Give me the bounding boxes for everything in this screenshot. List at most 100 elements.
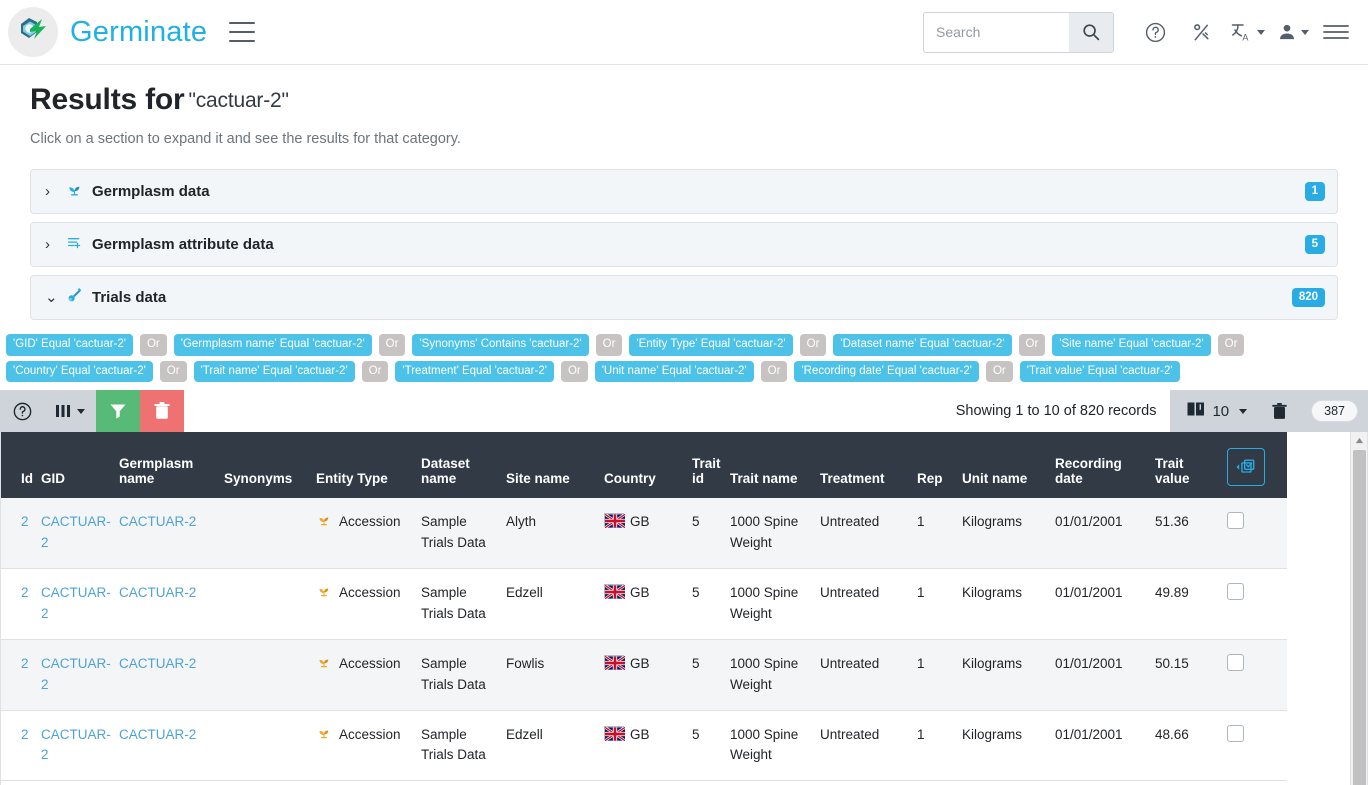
cell-trait-name: 1000 Spine Weight bbox=[730, 568, 820, 639]
chevron-down-icon bbox=[1257, 30, 1265, 35]
table-header-row: IdGIDGermplasm nameSynonymsEntity TypeDa… bbox=[1, 432, 1287, 498]
germplasm-name-link[interactable]: CACTUAR-2 bbox=[119, 656, 196, 671]
scroll-up-arrow-icon[interactable] bbox=[1351, 432, 1367, 449]
table-body: 2CACTUAR-2CACTUAR-2AccessionSample Trial… bbox=[1, 498, 1287, 781]
filter-chip[interactable]: 'Unit name' Equal 'cactuar-2' bbox=[595, 361, 754, 383]
filter-funnel-icon[interactable] bbox=[96, 390, 140, 432]
delete-selected-trash-icon[interactable] bbox=[1259, 402, 1299, 421]
clear-filter-trash-icon[interactable] bbox=[140, 390, 184, 432]
table-header-cell[interactable]: Recording date bbox=[1055, 432, 1155, 498]
table-row[interactable]: 2CACTUAR-2CACTUAR-2AccessionSample Trial… bbox=[1, 568, 1287, 639]
table-vertical-scrollbar[interactable] bbox=[1350, 432, 1367, 785]
gb-flag-icon bbox=[604, 513, 624, 527]
cell-select bbox=[1227, 568, 1287, 639]
accession-seedling-icon bbox=[316, 654, 332, 677]
filter-chip[interactable]: 'Dataset name' Equal 'cactuar-2' bbox=[833, 334, 1011, 356]
entity-type-label: Accession bbox=[339, 654, 401, 675]
filter-chip[interactable]: 'Country' Equal 'cactuar-2' bbox=[6, 361, 153, 383]
cell-trait-id: 5 bbox=[692, 639, 730, 710]
cell-unit-name: Kilograms bbox=[962, 568, 1055, 639]
table-header-cell[interactable]: Germplasm name bbox=[119, 432, 224, 498]
filter-chip[interactable]: 'Germplasm name' Equal 'cactuar-2' bbox=[174, 334, 372, 356]
gid-link[interactable]: CACTUAR-2 bbox=[41, 514, 111, 550]
row-select-checkbox[interactable] bbox=[1227, 583, 1244, 600]
marker-slash-icon[interactable] bbox=[1178, 11, 1224, 53]
row-select-checkbox[interactable] bbox=[1227, 654, 1244, 671]
cell-trait-value: 50.15 bbox=[1155, 639, 1227, 710]
help-circle-icon[interactable] bbox=[1132, 11, 1178, 53]
accordion-header[interactable]: › Germplasm attribute data 5 bbox=[31, 223, 1337, 266]
entity-type-label: Accession bbox=[339, 725, 401, 746]
table-header-cell[interactable]: Trait value bbox=[1155, 432, 1227, 498]
table-header-cell[interactable]: Synonyms bbox=[224, 432, 316, 498]
cell-trait-name: 1000 Spine Weight bbox=[730, 498, 820, 568]
language-translate-icon[interactable]: A bbox=[1224, 11, 1270, 53]
germplasm-name-link[interactable]: CACTUAR-2 bbox=[119, 727, 196, 742]
user-account-icon[interactable] bbox=[1270, 11, 1316, 53]
gid-link[interactable]: CACTUAR-2 bbox=[41, 727, 111, 763]
cell-germplasm-name: CACTUAR-2 bbox=[119, 639, 224, 710]
row-id-link[interactable]: 2 bbox=[21, 727, 29, 742]
filter-chip[interactable]: 'Trait name' Equal 'cactuar-2' bbox=[194, 361, 355, 383]
accordion-count-badge: 1 bbox=[1305, 182, 1325, 201]
accordion-header[interactable]: ⌄ Trials data 820 bbox=[31, 276, 1337, 319]
row-id-link[interactable]: 2 bbox=[21, 514, 29, 529]
row-select-checkbox[interactable] bbox=[1227, 725, 1244, 742]
gid-link[interactable]: CACTUAR-2 bbox=[41, 585, 111, 621]
table-header-cell[interactable]: Id bbox=[1, 432, 41, 498]
germplasm-name-link[interactable]: CACTUAR-2 bbox=[119, 585, 196, 600]
search-icon[interactable] bbox=[1069, 13, 1113, 52]
table-header-cell[interactable]: GID bbox=[41, 432, 119, 498]
table-header-cell[interactable]: Country bbox=[604, 432, 692, 498]
filter-chip[interactable]: 'Entity Type' Equal 'cactuar-2' bbox=[629, 334, 792, 356]
table-header-cell[interactable]: Entity Type bbox=[316, 432, 421, 498]
accordion-label: Trials data bbox=[92, 289, 166, 306]
filter-chip[interactable]: 'Synonyms' Contains 'cactuar-2' bbox=[412, 334, 588, 356]
cell-trait-id: 5 bbox=[692, 568, 730, 639]
table-header-cell[interactable]: Site name bbox=[506, 432, 604, 498]
brand[interactable]: Germinate bbox=[8, 7, 207, 57]
table-header-cell[interactable]: Dataset name bbox=[421, 432, 506, 498]
table-header-cell[interactable]: Trait id bbox=[692, 432, 730, 498]
filter-operator-chip: Or bbox=[362, 361, 389, 383]
table-row[interactable]: 2CACTUAR-2CACTUAR-2AccessionSample Trial… bbox=[1, 498, 1287, 568]
cell-recording-date: 01/01/2001 bbox=[1055, 568, 1155, 639]
row-id-link[interactable]: 2 bbox=[21, 656, 29, 671]
svg-text:A: A bbox=[1242, 33, 1248, 43]
cell-trait-value: 49.89 bbox=[1155, 568, 1227, 639]
country-code: GB bbox=[630, 656, 650, 671]
cell-entity-type: Accession bbox=[316, 710, 421, 781]
row-id-link[interactable]: 2 bbox=[21, 585, 29, 600]
filter-chip[interactable]: 'GID' Equal 'cactuar-2' bbox=[6, 334, 133, 356]
germplasm-name-link[interactable]: CACTUAR-2 bbox=[119, 514, 196, 529]
table-row[interactable]: 2CACTUAR-2CACTUAR-2AccessionSample Trial… bbox=[1, 710, 1287, 781]
table-header-cell[interactable]: Unit name bbox=[962, 432, 1055, 498]
main-menu-icon[interactable] bbox=[1316, 11, 1356, 53]
accordion-germplasm-data[interactable]: › Germplasm data 1 bbox=[30, 169, 1338, 214]
accordion-germplasm-attribute-data[interactable]: › Germplasm attribute data 5 bbox=[30, 222, 1338, 267]
chevron-right-icon: › bbox=[45, 184, 57, 199]
columns-toggle-icon[interactable] bbox=[44, 390, 96, 432]
select-all-checkbox-icon[interactable] bbox=[1227, 448, 1265, 486]
filter-chip[interactable]: 'Treatment' Equal 'cactuar-2' bbox=[395, 361, 554, 383]
hamburger-menu-icon[interactable] bbox=[229, 22, 255, 42]
help-circle-icon[interactable] bbox=[0, 390, 44, 432]
accordion-header[interactable]: › Germplasm data 1 bbox=[31, 170, 1337, 213]
search-input[interactable] bbox=[924, 13, 1069, 52]
gid-link[interactable]: CACTUAR-2 bbox=[41, 656, 111, 692]
accordion-trials-data[interactable]: ⌄ Trials data 820 bbox=[30, 275, 1338, 320]
filter-chip[interactable]: 'Trait value' Equal 'cactuar-2' bbox=[1020, 361, 1180, 383]
table-header-cell[interactable]: Trait name bbox=[730, 432, 820, 498]
filter-chip[interactable]: 'Recording date' Equal 'cactuar-2' bbox=[794, 361, 979, 383]
scrollbar-thumb[interactable] bbox=[1353, 450, 1366, 785]
cell-gid: CACTUAR-2 bbox=[41, 710, 119, 781]
table-header-cell[interactable]: Treatment bbox=[820, 432, 917, 498]
table-header-cell[interactable]: Rep bbox=[917, 432, 962, 498]
row-select-checkbox[interactable] bbox=[1227, 512, 1244, 529]
filter-chip[interactable]: 'Site name' Equal 'cactuar-2' bbox=[1052, 334, 1210, 356]
table-toolbar: Showing 1 to 10 of 820 records 10 bbox=[0, 390, 1368, 432]
search-box[interactable] bbox=[923, 12, 1114, 53]
page-size-selector[interactable]: 10 bbox=[1178, 400, 1255, 422]
cell-site-name: Alyth bbox=[506, 498, 604, 568]
table-row[interactable]: 2CACTUAR-2CACTUAR-2AccessionSample Trial… bbox=[1, 639, 1287, 710]
